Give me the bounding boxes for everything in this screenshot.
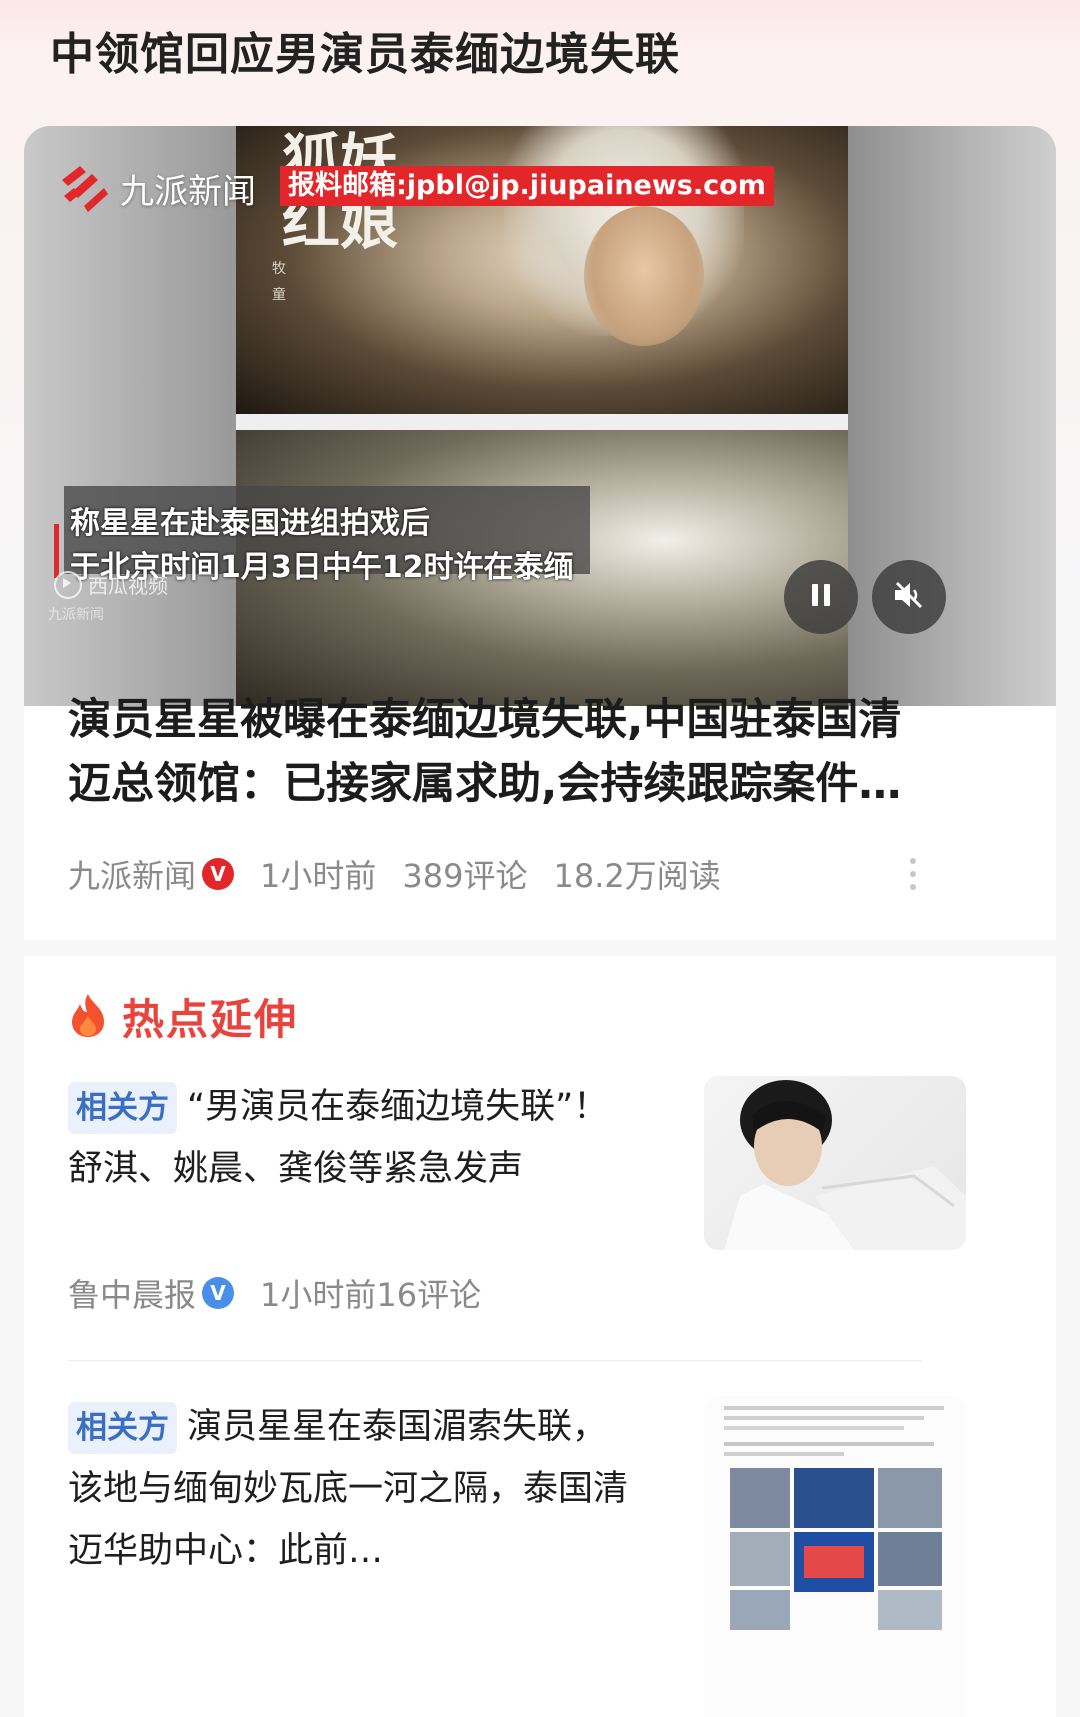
flame-icon	[68, 992, 108, 1042]
mute-button[interactable]	[872, 560, 946, 634]
verified-badge-icon: V	[202, 858, 235, 890]
news-card: 狐妖红娘 牧童 九派新闻 报料邮箱:jpbl@jp.jiupainews.com…	[24, 126, 1056, 1717]
related-item-2-thumbnail[interactable]	[704, 1396, 966, 1717]
video-player[interactable]: 狐妖红娘 牧童 九派新闻 报料邮箱:jpbl@jp.jiupainews.com…	[24, 126, 1056, 706]
more-options-icon[interactable]	[910, 858, 916, 890]
related-item-1-source[interactable]: 鲁中晨报	[68, 1270, 196, 1316]
video-frame-face	[584, 206, 704, 346]
related-item-1-thumbnail[interactable]	[704, 1076, 966, 1250]
related-item-1-meta: 鲁中晨报 V 1小时前 16评论	[68, 1270, 481, 1316]
xigua-label-text: 西瓜视频	[88, 574, 168, 598]
article-source[interactable]: 九派新闻	[68, 851, 196, 897]
pause-icon	[808, 581, 834, 613]
hot-section-title: 热点延伸	[122, 995, 299, 1044]
jiupai-logo-icon	[58, 162, 110, 214]
related-item-2[interactable]: 相关方 演员星星在泰国湄索失联，该地与缅甸妙瓦底一河之隔，泰国清迈华助中心：此前…	[68, 1396, 1048, 1717]
jiupai-logo-text: 九派新闻	[120, 171, 256, 212]
related-item-1-time: 1小时前	[260, 1276, 377, 1314]
page-title: 中领馆回应男演员泰缅边境失联	[50, 29, 680, 80]
related-item-2-text: 相关方 演员星星在泰国湄索失联，该地与缅甸妙瓦底一河之隔，泰国清迈华助中心：此前…	[68, 1396, 628, 1582]
verified-badge-icon: V	[202, 1277, 235, 1309]
email-banner: 报料邮箱:jpbl@jp.jiupainews.com	[280, 166, 774, 206]
related-item-1-comments[interactable]: 16评论	[376, 1270, 481, 1316]
hot-section-header: 热点延伸	[68, 986, 298, 1047]
article-comments[interactable]: 389评论	[402, 851, 527, 897]
muted-speaker-icon	[891, 579, 927, 615]
item-separator	[68, 1360, 922, 1361]
xigua-play-icon	[54, 570, 82, 599]
video-frame-gap	[236, 414, 848, 430]
video-watermark: 九派新闻	[48, 607, 104, 623]
article-time: 1小时前	[260, 857, 377, 895]
section-divider	[24, 940, 1056, 956]
jiupai-logo: 九派新闻	[58, 162, 256, 214]
article-reads: 18.2万阅读	[553, 857, 721, 895]
related-item-1-text: 相关方 “男演员在泰缅边境失联”！舒淇、姚晨、龚俊等紧急发声	[68, 1076, 628, 1200]
article-headline[interactable]: 演员星星被曝在泰缅边境失联,中国驻泰国清迈总领馆：已接家属求助,会持续跟踪案件…	[68, 688, 918, 816]
xigua-video-label: 西瓜视频	[54, 570, 168, 599]
subtitle-line-1: 称星星在赴泰国进组拍戏后	[70, 506, 430, 541]
article-meta: 九派新闻 V 1小时前 389评论 18.2万阅读	[68, 851, 721, 897]
related-tag: 相关方	[68, 1402, 177, 1454]
pause-button[interactable]	[784, 560, 858, 634]
related-item-1[interactable]: 相关方 “男演员在泰缅边境失联”！舒淇、姚晨、龚俊等紧急发声 鲁中晨报 V 1小时…	[68, 1076, 1048, 1326]
drama-role-text: 牧童	[272, 261, 286, 303]
related-tag: 相关方	[68, 1082, 177, 1134]
